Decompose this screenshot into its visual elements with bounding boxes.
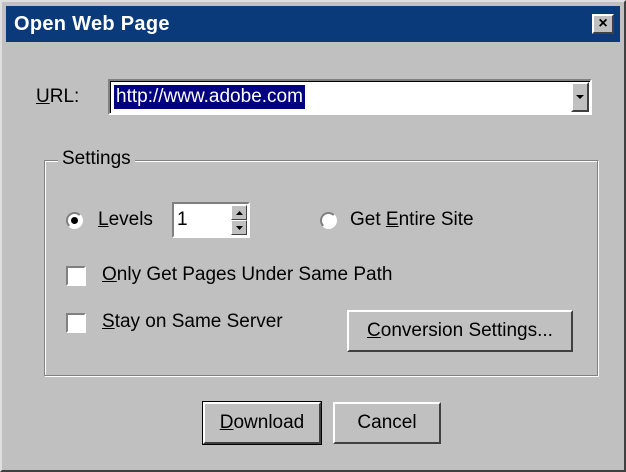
same-server-checkbox[interactable]: [66, 313, 86, 333]
same-path-checkbox[interactable]: [66, 266, 86, 286]
download-button[interactable]: Download: [202, 401, 322, 445]
url-dropdown-button[interactable]: [571, 82, 589, 112]
close-icon: ×: [598, 15, 608, 32]
same-path-label[interactable]: Only Get Pages Under Same Path: [102, 264, 392, 286]
spin-down-icon: [235, 225, 243, 230]
window-title: Open Web Page: [14, 12, 170, 35]
entire-site-radio[interactable]: [320, 212, 337, 229]
cancel-button[interactable]: Cancel: [333, 402, 441, 444]
open-web-page-dialog: Open Web Page × URL: http://www.adobe.co…: [0, 0, 626, 472]
entire-site-label[interactable]: Get Entire Site: [350, 209, 474, 231]
url-input[interactable]: http://www.adobe.com: [114, 85, 305, 109]
dropdown-arrow-icon: [576, 94, 584, 99]
url-label: URL:: [36, 86, 80, 107]
title-bar[interactable]: Open Web Page ×: [6, 6, 620, 42]
same-server-label[interactable]: Stay on Same Server: [102, 311, 283, 333]
settings-group-label: Settings: [58, 148, 135, 170]
levels-value[interactable]: 1: [177, 208, 188, 232]
conversion-settings-button[interactable]: Conversion Settings...: [347, 310, 573, 352]
url-combobox[interactable]: http://www.adobe.com: [108, 79, 592, 115]
levels-increment-button[interactable]: [231, 205, 247, 220]
radio-selected-dot: [71, 217, 78, 224]
levels-radio[interactable]: [66, 212, 83, 229]
levels-label[interactable]: Levels: [98, 209, 153, 231]
levels-decrement-button[interactable]: [231, 220, 247, 235]
spin-up-icon: [235, 210, 243, 215]
close-button[interactable]: ×: [592, 14, 614, 34]
levels-stepper[interactable]: 1: [172, 202, 250, 238]
